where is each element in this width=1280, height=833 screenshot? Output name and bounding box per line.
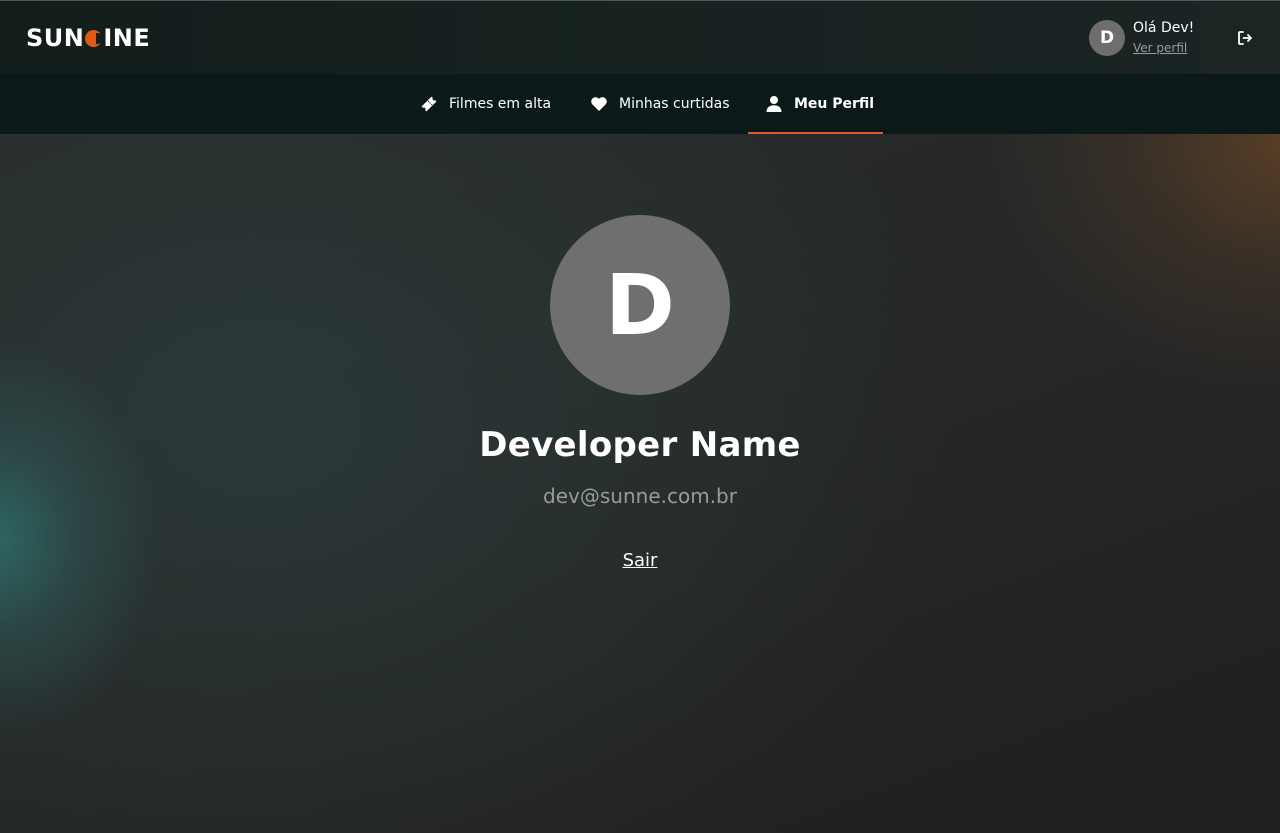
ticket-icon [420, 95, 438, 113]
logo[interactable]: SUN INE [26, 23, 150, 53]
view-profile-link[interactable]: Ver perfil [1133, 39, 1194, 57]
profile-avatar: D [550, 215, 730, 395]
profile-email: dev@sunne.com.br [543, 484, 737, 508]
nav-item-label: Minhas curtidas [619, 96, 730, 112]
logo-text-end: INE [103, 24, 151, 52]
logo-text-start: SUN [26, 24, 85, 52]
avatar[interactable]: D [1089, 20, 1125, 56]
logo-c-mark [85, 29, 104, 47]
nav-item-label: Meu Perfil [794, 96, 875, 112]
heart-icon [590, 95, 608, 113]
nav-item-my-profile[interactable]: Meu Perfil [765, 74, 874, 134]
logout-icon [1238, 31, 1252, 45]
nav-item-my-likes[interactable]: Minhas curtidas [590, 74, 730, 134]
sign-out-link[interactable]: Sair [600, 550, 680, 571]
active-tab-indicator [748, 132, 883, 134]
top-header: SUN INE D Olá Dev! Ver perfil [0, 0, 1280, 74]
profile-name: Developer Name [479, 425, 801, 465]
logout-button[interactable] [1236, 29, 1254, 47]
page: SUN INE D Olá Dev! Ver perfil Filmes em … [0, 0, 1280, 833]
nav-item-trending-movies[interactable]: Filmes em alta [420, 74, 551, 134]
nav-item-label: Filmes em alta [449, 96, 552, 112]
user-greeting: Olá Dev! [1133, 19, 1195, 36]
user-icon [765, 95, 783, 113]
main-nav: Filmes em alta Minhas curtidas Meu Perfi… [0, 74, 1280, 134]
user-text: Olá Dev! Ver perfil [1133, 20, 1194, 57]
user-menu: D Olá Dev! Ver perfil [1089, 20, 1194, 56]
